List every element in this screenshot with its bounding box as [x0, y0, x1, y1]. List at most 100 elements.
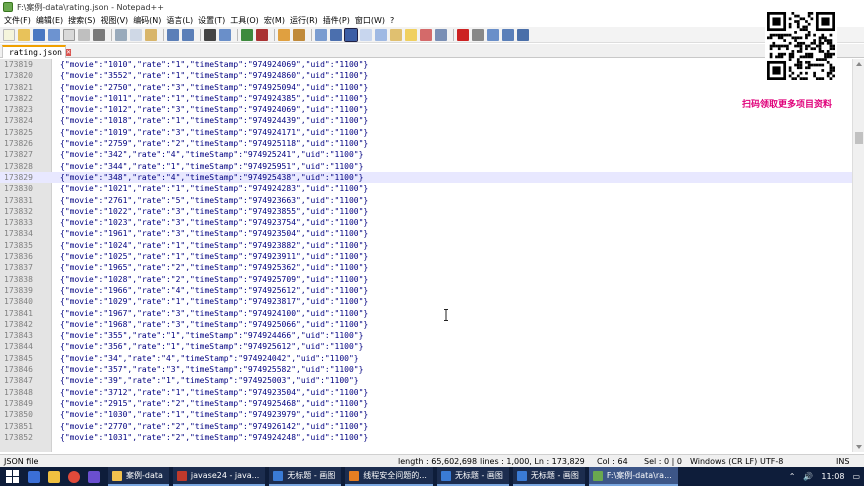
scroll-thumb[interactable] [855, 132, 863, 144]
json-record: {"movie":"1011","rate":"1","timeStamp":"… [60, 93, 369, 103]
close-icon[interactable]: ✕ [65, 49, 72, 56]
json-record: {"movie":"1025","rate":"1","timeStamp":"… [60, 252, 369, 262]
json-record: {"movie":"1029","rate":"1","timeStamp":"… [60, 297, 369, 307]
undo-icon[interactable] [167, 28, 179, 41]
line-number: 173833 [4, 218, 33, 228]
new-file-icon[interactable] [3, 28, 15, 41]
save-icon[interactable] [33, 28, 45, 41]
menu-run[interactable]: 运行(R) [290, 15, 323, 26]
code-line: 173850 {"movie":"1030","rate":"1","timeSt… [0, 409, 852, 420]
edge-browser-icon[interactable] [28, 470, 40, 483]
notification-icon[interactable]: ▭ [852, 472, 860, 481]
paste-icon[interactable] [145, 28, 157, 41]
open-folder-icon[interactable] [18, 28, 30, 41]
taskbar-item[interactable]: 无标题 - 画图 [512, 467, 585, 486]
code-line: 173848 {"movie":"3712","rate":"1","timeSt… [0, 387, 852, 398]
file-explorer-icon[interactable] [48, 470, 60, 483]
folder-workspace-icon[interactable] [390, 28, 402, 41]
volume-icon[interactable]: 🔊 [803, 472, 813, 481]
json-record: {"movie":"2770","rate":"2","timeStamp":"… [60, 421, 369, 431]
menu-file[interactable]: 文件(F) [4, 15, 36, 26]
find-icon[interactable] [204, 28, 216, 41]
print-icon[interactable] [93, 28, 105, 41]
line-number: 173819 [4, 60, 33, 69]
record-macro-icon[interactable] [420, 28, 432, 41]
doc-monitor-icon[interactable] [405, 28, 417, 41]
app-pin-icon[interactable] [88, 470, 100, 483]
menu-view[interactable]: 视图(V) [100, 15, 133, 26]
sync-scroll-h-icon[interactable] [293, 28, 305, 41]
json-record: {"movie":"1012","rate":"3","timeStamp":"… [60, 105, 369, 115]
code-line: 173841 {"movie":"1967","rate":"3","timeSt… [0, 308, 852, 319]
json-record: {"movie":"39","rate":"1","timeStamp":"97… [60, 376, 359, 386]
menu-tools[interactable]: 工具(O) [230, 15, 264, 26]
code-line: 173840 {"movie":"1029","rate":"1","timeSt… [0, 296, 852, 307]
taskbar-item[interactable]: 无标题 - 画图 [269, 467, 342, 486]
copy-icon[interactable] [130, 28, 142, 41]
json-record: {"movie":"1965","rate":"2","timeStamp":"… [60, 263, 369, 273]
menu-language[interactable]: 语言(L) [166, 15, 198, 26]
status-language: JSON file [4, 457, 39, 466]
vertical-scrollbar[interactable] [852, 59, 864, 452]
tray-chevron-icon[interactable]: ⌃ [789, 472, 796, 481]
close-file-icon[interactable] [63, 28, 75, 41]
taskbar-item[interactable]: 案例-data [108, 467, 169, 486]
code-line: 173834 {"movie":"1961","rate":"3","timeSt… [0, 228, 852, 239]
menu-encoding[interactable]: 编码(N) [133, 15, 166, 26]
editor-pane[interactable]: 173819 {"movie":"1010","rate":"1","timeSt… [0, 59, 852, 452]
json-record: {"movie":"1022","rate":"3","timeStamp":"… [60, 206, 369, 216]
code-line: 173836 {"movie":"1025","rate":"1","timeSt… [0, 251, 852, 262]
zoom-in-icon[interactable] [241, 28, 253, 41]
json-record: {"movie":"1030","rate":"1","timeStamp":"… [60, 410, 369, 420]
redo-icon[interactable] [182, 28, 194, 41]
replace-icon[interactable] [219, 28, 231, 41]
scroll-down-icon[interactable] [856, 445, 862, 449]
code-line: 173843 {"movie":"355","rate":"1","timeSta… [0, 330, 852, 341]
stop-macro-icon[interactable] [435, 28, 447, 41]
save-all-icon[interactable] [48, 28, 60, 41]
taskbar-item[interactable]: 线程安全问题的... [345, 467, 433, 486]
taskbar-item-label: javase24 - java... [190, 471, 260, 480]
record-icon[interactable] [457, 28, 469, 41]
qr-caption: 扫码领取更多项目资料 [742, 100, 833, 110]
scroll-up-icon[interactable] [856, 62, 862, 66]
menu-help[interactable]: ? [390, 16, 399, 25]
stop-icon[interactable] [472, 28, 484, 41]
taskbar-item[interactable]: 无标题 - 画图 [436, 467, 509, 486]
code-line: 173837 {"movie":"1965","rate":"2","timeSt… [0, 262, 852, 273]
status-lines: lines : 1,000, Ln : 173,829 [480, 457, 585, 466]
text-cursor-icon [444, 309, 448, 321]
menu-edit[interactable]: 编辑(E) [36, 15, 68, 26]
doc-map-icon[interactable] [360, 28, 372, 41]
save-macro-icon[interactable] [517, 28, 529, 41]
code-line: 173835 {"movie":"1024","rate":"1","timeSt… [0, 240, 852, 251]
code-line: 173849 {"movie":"2915","rate":"2","timeSt… [0, 398, 852, 409]
taskbar-item[interactable]: F:\案例-data\ra... [588, 467, 678, 486]
sync-scroll-v-icon[interactable] [278, 28, 290, 41]
menu-plugins[interactable]: 插件(P) [323, 15, 355, 26]
function-list-icon[interactable] [375, 28, 387, 41]
tab-rating-json[interactable]: rating.json ✕ [2, 45, 72, 58]
show-all-chars-icon[interactable] [330, 28, 342, 41]
toolbar [0, 27, 864, 43]
windows-start-icon[interactable] [6, 469, 20, 484]
indent-guide-icon[interactable] [344, 27, 358, 42]
word-wrap-icon[interactable] [315, 28, 327, 41]
menu-macro[interactable]: 宏(M) [264, 15, 290, 26]
menu-window[interactable]: 窗口(W) [355, 15, 390, 26]
zoom-out-icon[interactable] [256, 28, 268, 41]
status-insert-mode: INS [836, 457, 850, 466]
taskbar-item-label: 案例-data [126, 471, 163, 480]
playback-icon[interactable] [487, 28, 499, 41]
menu-settings[interactable]: 设置(T) [198, 15, 230, 26]
chrome-icon[interactable] [68, 470, 80, 483]
menu-search[interactable]: 搜索(S) [68, 15, 100, 26]
line-number: 173827 [4, 150, 33, 160]
taskbar-item[interactable]: javase24 - java... [172, 467, 266, 486]
code-line: 173821 {"movie":"2750","rate":"3","timeSt… [0, 82, 852, 93]
run-multiple-icon[interactable] [502, 28, 514, 41]
cut-icon[interactable] [115, 28, 127, 41]
toolbar-separator [163, 28, 164, 41]
clock[interactable]: 11:08 [821, 472, 844, 481]
close-all-icon[interactable] [78, 28, 90, 41]
